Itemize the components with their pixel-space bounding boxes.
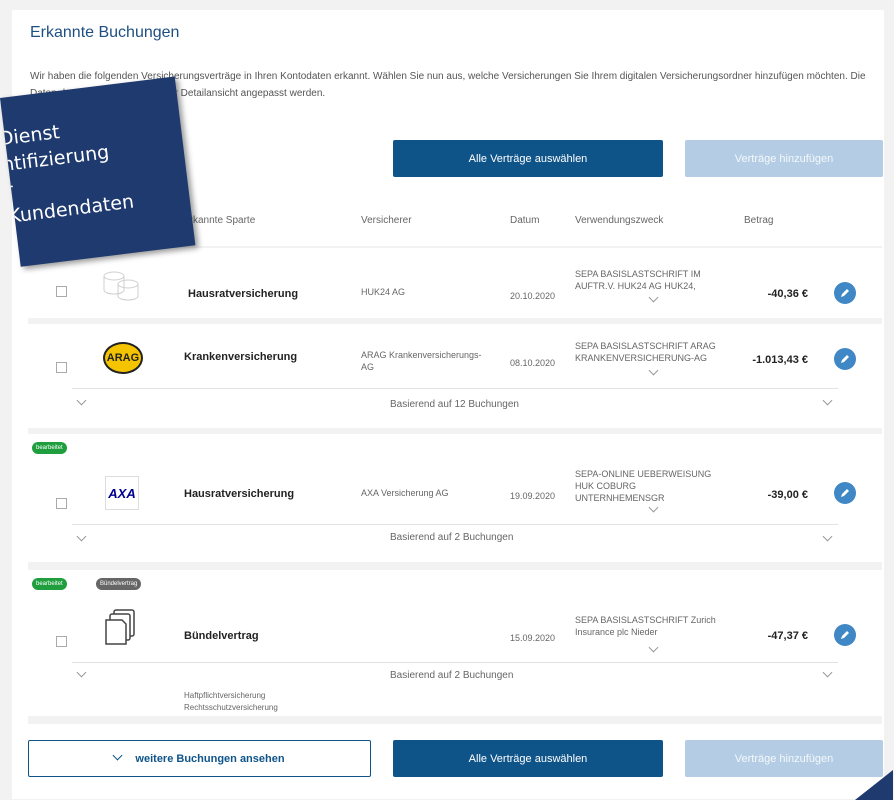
- row-sparte: Bündelvertrag: [184, 630, 259, 642]
- pencil-icon: [841, 631, 849, 639]
- select-all-button-bottom[interactable]: Alle Verträge auswählen: [393, 740, 663, 777]
- col-purpose: Verwendungszweck: [575, 215, 664, 226]
- chevron-down-icon[interactable]: [76, 667, 87, 678]
- overlay-line: Kundendaten: [7, 190, 136, 228]
- table-row[interactable]: ARAG Krankenversicherung ARAG Krankenver…: [28, 324, 882, 428]
- pencil-icon: [841, 289, 849, 297]
- row-insurer: ARAG Krankenversicherungs-AG: [361, 350, 482, 372]
- edit-button[interactable]: [834, 482, 856, 504]
- row-date: 15.09.2020: [510, 633, 556, 643]
- chevron-down-icon[interactable]: [822, 667, 833, 678]
- axa-logo: AXA: [105, 476, 139, 510]
- row-purpose: SEPA BASISLASTSCHRIFT IM AUFTR.V. HUK24 …: [575, 269, 701, 291]
- row-purpose: SEPA BASISLASTSCHRIFT ARAG KRANKENVERSIC…: [575, 341, 716, 363]
- pencil-icon: [841, 355, 849, 363]
- bookings-list: Erkannte Sparte Versicherer Datum Verwen…: [28, 196, 882, 724]
- status-badge: bearbeitet: [32, 442, 67, 454]
- add-contracts-button-top[interactable]: Verträge hinzufügen: [685, 140, 883, 177]
- edit-button[interactable]: [834, 624, 856, 646]
- edit-button[interactable]: [834, 282, 856, 304]
- table-row[interactable]: bearbeitet AXA Hausratversicherung AXA V…: [28, 434, 882, 562]
- bundle-badge: Bündelvertrag: [96, 578, 142, 590]
- row-sparte: Hausratversicherung: [188, 288, 299, 300]
- table-row[interactable]: Hausratversicherung HUK24 AG 20.10.2020 …: [28, 248, 882, 318]
- col-amount: Betrag: [744, 215, 774, 226]
- row-purpose: SEPA-ONLINE UEBERWEISUNG HUK COBURG UNTE…: [575, 469, 712, 503]
- chevron-down-icon[interactable]: [822, 531, 833, 542]
- edit-button[interactable]: [834, 348, 856, 370]
- chevron-down-icon[interactable]: [648, 502, 659, 513]
- stack-icon: [100, 268, 142, 307]
- row-checkbox[interactable]: [56, 286, 67, 297]
- chevron-down-icon[interactable]: [648, 292, 659, 303]
- annotation-arrow: [855, 770, 893, 800]
- chevron-down-icon[interactable]: [822, 395, 833, 406]
- table-row[interactable]: bearbeitet Bündelvertrag Bündelvertrag 1…: [28, 570, 882, 716]
- row-amount: -47,37 €: [767, 630, 808, 642]
- chevron-down-icon[interactable]: [648, 365, 659, 376]
- add-contracts-button-bottom[interactable]: Verträge hinzufügen: [685, 740, 883, 777]
- col-sparte: Erkannte Sparte: [183, 215, 256, 226]
- col-insurer: Versicherer: [361, 215, 412, 226]
- col-date: Datum: [510, 215, 540, 226]
- row-amount: -40,36 €: [767, 288, 808, 300]
- row-date: 20.10.2020: [510, 291, 556, 301]
- row-date: 19.09.2020: [510, 491, 556, 501]
- row-checkbox[interactable]: [56, 498, 67, 509]
- annotation-overlay: Dienst ntifizierung r Kundendaten: [0, 76, 196, 267]
- chevron-down-icon[interactable]: [76, 531, 87, 542]
- select-all-button-top[interactable]: Alle Verträge auswählen: [393, 140, 663, 177]
- basis-text: Basierend auf 2 Buchungen: [390, 532, 514, 543]
- row-sparte: Hausratversicherung: [184, 488, 295, 500]
- overlay-line: r: [4, 179, 15, 202]
- row-purpose: SEPA BASISLASTSCHRIFT Zurich Insurance p…: [575, 615, 716, 637]
- sub-sparte: Haftpflichtversicherung: [184, 691, 266, 700]
- status-badge: bearbeitet: [32, 578, 67, 590]
- row-amount: -39,00 €: [767, 489, 808, 501]
- more-bookings-button[interactable]: weitere Buchungen ansehen: [28, 740, 371, 777]
- basis-text: Basierend auf 12 Buchungen: [390, 399, 519, 410]
- pencil-icon: [841, 489, 849, 497]
- arag-logo: ARAG: [103, 342, 143, 374]
- row-sparte: Krankenversicherung: [184, 351, 298, 363]
- basis-text: Basierend auf 2 Buchungen: [390, 670, 514, 681]
- more-bookings-label: weitere Buchungen ansehen: [135, 752, 285, 765]
- row-date: 08.10.2020: [510, 358, 556, 368]
- row-checkbox[interactable]: [56, 636, 67, 647]
- sub-sparte: Rechtsschutzversicherung: [184, 703, 278, 712]
- chevron-down-icon: [112, 750, 123, 761]
- row-checkbox[interactable]: [56, 362, 67, 373]
- documents-icon: [102, 608, 142, 653]
- chevron-down-icon[interactable]: [76, 395, 87, 406]
- row-amount: -1.013,43 €: [752, 354, 808, 366]
- page-title: Erkannte Buchungen: [30, 24, 180, 41]
- chevron-down-icon[interactable]: [648, 642, 659, 653]
- row-insurer: AXA Versicherung AG: [361, 488, 449, 498]
- row-insurer: HUK24 AG: [361, 287, 406, 297]
